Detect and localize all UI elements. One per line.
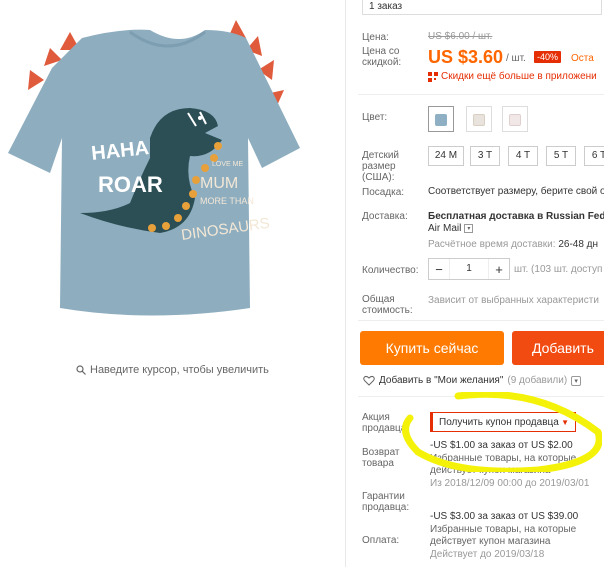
wishlist-label: Добавить в "Мои желания" [379, 375, 504, 386]
minus-icon[interactable]: − [429, 259, 449, 279]
quantity-note: шт. (103 шт. доступ [514, 264, 603, 275]
add-to-wishlist[interactable]: Добавить в "Мои желания" (9 добавили) ▾ [363, 375, 582, 386]
wishlist-count: (9 добавили) [507, 375, 568, 386]
buy-now-button[interactable]: Купить сейчас [360, 331, 504, 365]
per-unit: / шт. [506, 53, 526, 64]
discount-price-label: Цена со скидкой: [362, 46, 402, 68]
app-promo-text: Скидки ещё больше в приложени [441, 71, 597, 82]
chevron-down-icon[interactable]: ▾ [571, 375, 582, 386]
promo-label: Акция продавца: [362, 412, 410, 434]
shipping-time-label: Расчётное время доставки: [428, 239, 556, 250]
plus-icon[interactable]: + [489, 259, 509, 279]
coupon-desc: Избранные товары, на которые действует к… [430, 523, 577, 548]
price-label: Цена: [362, 32, 389, 43]
quantity-label: Количество: [362, 265, 419, 276]
product-image[interactable]: HAHA ROAR LOVE ME MUM MORE THAN DINOSAUR… [0, 8, 345, 328]
coupon-title: -US $1.00 за заказ от US $2.00 [430, 440, 573, 451]
shirt-text-mum: MUM [200, 175, 238, 192]
shipping-carrier: Air Mail [428, 223, 462, 234]
shipping-method[interactable]: Бесплатная доставка в Russian Fed [428, 211, 604, 222]
chevron-down-icon[interactable]: ▾ [464, 224, 474, 233]
coupon-desc: Избранные товары, на которые действует к… [430, 452, 577, 477]
size-option-3t[interactable]: 3 T [470, 146, 500, 166]
coupon-date: Действует до 2019/03/18 [430, 548, 545, 560]
shipping-time: Расчётное время доставки: 26-48 дн [428, 239, 598, 250]
discount-badge: -40% [534, 51, 562, 63]
divider [358, 396, 604, 397]
coupon-item[interactable]: -US $1.00 за заказ от US $2.00 Избранные… [430, 440, 600, 490]
shipping-carrier-row[interactable]: Air Mail ▾ [428, 223, 474, 234]
quantity-stepper: − 1 + [428, 258, 510, 280]
shirt-text-roar: ROAR [98, 172, 163, 197]
fit-value: Соответствует размеру, берите свой о [428, 186, 604, 197]
shipping-label: Доставка: [362, 211, 408, 222]
coupon-dropdown-label: Получить купон продавца [439, 416, 559, 428]
guarantee-label: Гарантии продавца: [362, 491, 410, 513]
divider [358, 320, 604, 321]
caret-down-icon: ▼ [561, 417, 569, 427]
color-label: Цвет: [362, 112, 388, 123]
product-image-area: HAHA ROAR LOVE ME MUM MORE THAN DINOSAUR… [0, 0, 345, 567]
heart-plus-icon [363, 375, 375, 386]
stock-label: Оста [571, 53, 594, 64]
coupon-title: -US $3.00 за заказ от US $39.00 [430, 511, 579, 522]
qr-code-icon [428, 71, 438, 82]
size-option-6t[interactable]: 6 T [584, 146, 604, 166]
total-value: Зависит от выбранных характеристи [428, 295, 599, 306]
new-price: US $3.60 [428, 47, 504, 67]
old-price: US $6.00 / шт. [428, 31, 493, 42]
add-to-cart-button[interactable]: Добавить [512, 331, 604, 365]
size-option-24m[interactable]: 24 M [428, 146, 464, 166]
color-swatch-blue[interactable] [428, 106, 454, 132]
total-label: Общая стоимость: [362, 294, 413, 316]
shirt-text-morethan: MORE THAN [200, 196, 254, 206]
shirt-text-loveme: LOVE ME [212, 161, 243, 168]
coupon-dropdown[interactable]: Получить купон продавца ▼ [430, 412, 576, 432]
magnifier-icon [76, 365, 86, 375]
app-promo[interactable]: Скидки ещё больше в приложени [428, 71, 597, 82]
size-option-5t[interactable]: 5 T [546, 146, 576, 166]
return-label: Возврат товара [362, 447, 400, 469]
coupon-date: Из 2018/12/09 00:00 до 2019/03/01 [430, 477, 590, 489]
zoom-hint: Наведите курсор, чтобы увеличить [76, 364, 269, 376]
vertical-divider [345, 0, 346, 567]
color-swatch-white-pink[interactable] [502, 106, 528, 132]
quantity-input[interactable]: 1 [449, 259, 489, 279]
size-option-4t[interactable]: 4 T [508, 146, 538, 166]
size-label: Детский размер (США): [362, 150, 400, 183]
order-count: 1 заказ [362, 0, 602, 15]
payment-label: Оплата: [362, 535, 400, 546]
divider [358, 94, 604, 95]
shipping-time-value: 26-48 дн [558, 239, 599, 250]
coupon-item[interactable]: -US $3.00 за заказ от US $39.00 Избранны… [430, 511, 600, 561]
fit-label: Посадка: [362, 187, 405, 198]
color-swatch-white-dino[interactable] [466, 106, 492, 132]
zoom-hint-text: Наведите курсор, чтобы увеличить [90, 364, 269, 376]
